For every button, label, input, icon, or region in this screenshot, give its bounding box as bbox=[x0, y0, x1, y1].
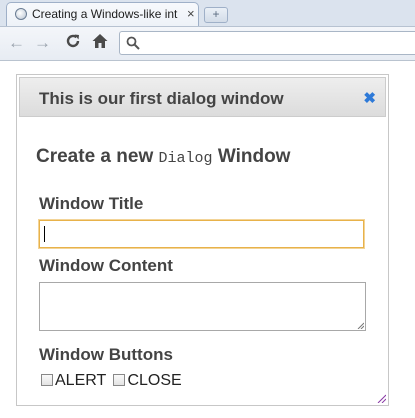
browser-toolbar: ← → bbox=[0, 26, 415, 61]
new-tab-button[interactable]: + bbox=[204, 7, 228, 23]
dialog-window: This is our first dialog window ✖ Create… bbox=[16, 74, 389, 406]
textarea-resize-grip-icon[interactable] bbox=[357, 322, 364, 329]
home-icon[interactable] bbox=[91, 32, 109, 55]
reload-icon[interactable] bbox=[65, 33, 81, 54]
form-heading-code: Dialog bbox=[158, 150, 213, 167]
globe-icon bbox=[15, 8, 27, 20]
close-checkbox[interactable] bbox=[113, 374, 126, 386]
dialog-header[interactable]: This is our first dialog window ✖ bbox=[19, 77, 386, 117]
browser-tab-active[interactable]: Creating a Windows-like int × bbox=[6, 2, 199, 26]
dialog-resize-grip-icon[interactable] bbox=[377, 394, 386, 403]
window-content-label: Window Content bbox=[39, 256, 173, 275]
alert-checkbox[interactable] bbox=[41, 374, 53, 386]
form-heading-text-after: Window bbox=[217, 146, 291, 167]
window-buttons-label: Window Buttons bbox=[39, 345, 173, 364]
window-content-textarea[interactable] bbox=[39, 282, 366, 331]
background-tab-area bbox=[236, 4, 415, 24]
forward-arrow-icon[interactable]: → bbox=[34, 33, 51, 53]
search-icon bbox=[126, 36, 140, 50]
form-heading: Create a new Dialog Window bbox=[36, 146, 290, 168]
address-bar[interactable] bbox=[119, 31, 415, 55]
window-buttons-options: ALERT CLOSE bbox=[41, 372, 182, 390]
close-checkbox-label: CLOSE bbox=[127, 372, 182, 389]
tab-close-icon[interactable]: × bbox=[187, 6, 195, 21]
tab-title: Creating a Windows-like int bbox=[32, 7, 178, 21]
form-heading-text-before: Create a new bbox=[36, 146, 154, 167]
back-arrow-icon[interactable]: ← bbox=[8, 33, 25, 53]
close-icon[interactable]: ✖ bbox=[363, 89, 376, 107]
browser-chrome: Creating a Windows-like int × + ← → bbox=[0, 0, 415, 61]
window-title-label: Window Title bbox=[39, 194, 144, 213]
dialog-title: This is our first dialog window bbox=[39, 89, 284, 108]
text-caret bbox=[44, 226, 45, 242]
alert-checkbox-label: ALERT bbox=[55, 372, 106, 389]
window-title-input[interactable] bbox=[38, 219, 365, 249]
